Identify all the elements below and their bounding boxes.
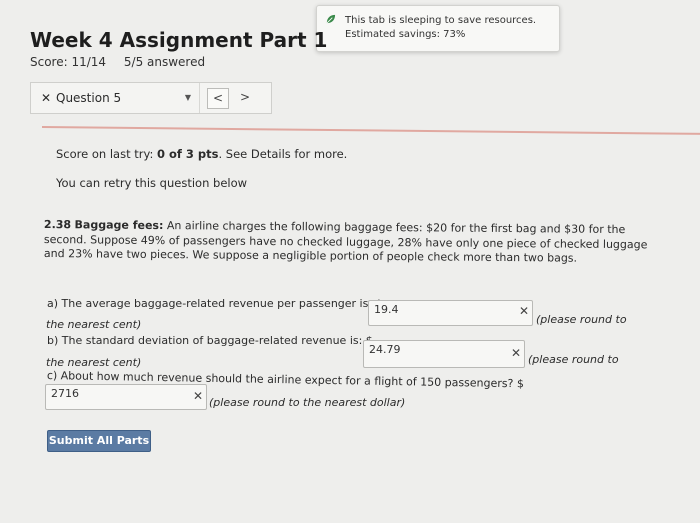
- part-a-input[interactable]: 19.4 ✕: [368, 300, 533, 326]
- x-icon: ✕: [192, 389, 203, 403]
- score-text: Score: 11/14: [30, 55, 107, 69]
- problem-heading: Baggage fees:: [74, 218, 164, 233]
- assignment-score: Score: 11/14 5/5 answered: [30, 55, 205, 69]
- problem-number: 2.38: [43, 218, 72, 232]
- last-try-prefix: Score on last try:: [56, 147, 157, 161]
- tooltip-line-1: This tab is sleeping to save resources.: [345, 15, 537, 26]
- caret-down-icon: ▼: [184, 93, 191, 102]
- part-a-label: a) The average baggage-related revenue p…: [47, 297, 383, 310]
- part-b-label: b) The standard deviation of baggage-rel…: [47, 334, 373, 347]
- part-b-round-hint: (please round to: [528, 353, 619, 366]
- x-icon: ✕: [41, 91, 52, 105]
- part-c-round-hint: (please round to the nearest dollar): [209, 396, 406, 409]
- previous-question-button[interactable]: <: [207, 88, 229, 109]
- part-a-value: 19.4: [374, 303, 399, 316]
- tab-sleeping-tooltip: This tab is sleeping to save resources. …: [316, 5, 560, 52]
- x-icon: ✕: [518, 304, 529, 318]
- last-try-value: 0 of 3 pts: [156, 147, 219, 161]
- answered-text: 5/5 answered: [123, 55, 206, 69]
- x-icon: ✕: [510, 346, 521, 360]
- part-a-round-hint-2: the nearest cent): [46, 318, 142, 331]
- page-title: Week 4 Assignment Part 1: [30, 28, 328, 52]
- part-c-value: 2716: [51, 387, 79, 400]
- part-b-round-hint-2: the nearest cent): [46, 356, 142, 369]
- question-select-label: Question 5: [56, 91, 122, 105]
- retry-text: You can retry this question below: [56, 176, 248, 190]
- next-question-button[interactable]: >: [235, 88, 255, 107]
- part-b-input[interactable]: 24.79 ✕: [363, 340, 525, 368]
- last-try-score: Score on last try: 0 of 3 pts. See Detai…: [56, 147, 347, 161]
- question-select[interactable]: ✕ Question 5 ▼: [31, 83, 200, 113]
- submit-all-parts-button[interactable]: Submit All Parts: [47, 430, 151, 452]
- question-divider: [41, 126, 700, 135]
- tooltip-line-2: Estimated savings: 73%: [345, 29, 466, 40]
- last-try-suffix: . See Details for more.: [218, 147, 348, 161]
- question-navigator: ✕ Question 5 ▼ < >: [30, 82, 272, 114]
- part-a-round-hint: (please round to: [536, 313, 627, 326]
- part-c-input[interactable]: 2716 ✕: [45, 384, 207, 410]
- leaf-icon: [326, 14, 336, 24]
- problem-text-1: An airline charges the following baggage…: [166, 219, 626, 237]
- part-b-value: 24.79: [369, 343, 401, 356]
